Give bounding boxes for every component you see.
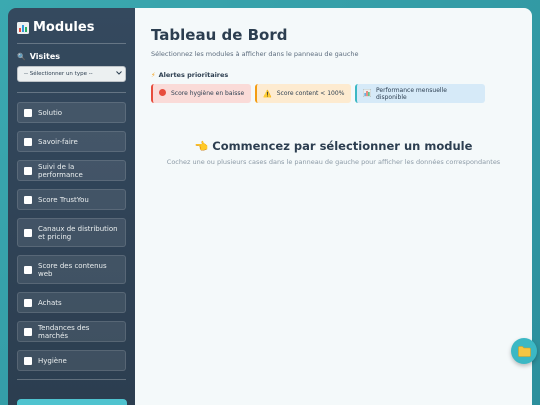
module-item-score-trustyou[interactable]: Score TrustYou: [17, 189, 126, 210]
module-label: Suivi de la performance: [38, 162, 83, 179]
sidebar-title: Modules: [17, 20, 126, 35]
module-item-suivi-performance[interactable]: Suivi de la performance: [17, 160, 126, 181]
module-item-score-contenus-web[interactable]: Score des contenus web: [17, 255, 126, 284]
alert-label: Score hygiène en baisse: [171, 90, 245, 97]
chart-icon: [362, 88, 372, 99]
empty-state: 👈 Commencez par sélectionner un module C…: [151, 139, 516, 166]
folder-icon: [517, 342, 531, 361]
checkbox[interactable]: [24, 166, 32, 175]
empty-state-title: 👈 Commencez par sélectionner un module: [151, 139, 516, 153]
sidebar-action-button[interactable]: [17, 399, 127, 405]
checkbox[interactable]: [24, 108, 32, 117]
lightning-icon: ⚡: [151, 71, 156, 79]
search-icon: 🔍: [17, 52, 26, 61]
visites-label: 🔍 Visites: [17, 52, 126, 61]
main-panel: Tableau de Bord Sélectionnez les modules…: [135, 8, 537, 405]
alert-label: Score content < 100%: [276, 90, 345, 97]
visit-type-select[interactable]: -- Sélectionner un type --: [17, 66, 126, 82]
module-item-canaux-distribution[interactable]: Canaux de distribution et pricing: [17, 218, 126, 247]
module-item-achats[interactable]: Achats: [17, 292, 126, 313]
checkbox[interactable]: [24, 265, 32, 274]
alert-performance[interactable]: Performance mensuelle disponible: [355, 84, 485, 103]
module-label: Savoir-faire: [38, 137, 78, 146]
module-label: Achats: [38, 298, 62, 307]
red-circle-icon: [159, 89, 166, 98]
checkbox[interactable]: [24, 298, 32, 307]
page-subtitle: Sélectionnez les modules à afficher dans…: [151, 50, 359, 58]
divider: [17, 92, 126, 93]
module-label: Canaux de distribution et pricing: [38, 224, 118, 241]
module-list: Solutio Savoir-faire Suivi de la perform…: [17, 102, 126, 371]
module-label: Tendances des marchés: [38, 323, 90, 340]
module-item-hygiene[interactable]: Hygiène: [17, 350, 126, 371]
empty-state-title-text: Commencez par sélectionner un module: [212, 139, 473, 153]
module-label: Score TrustYou: [38, 195, 89, 204]
module-label: Score des contenus web: [38, 261, 107, 278]
sidebar-title-label: Modules: [33, 20, 95, 35]
visit-type-select-value: -- Sélectionner un type --: [24, 71, 93, 77]
pointing-hand-icon: 👈: [194, 139, 209, 153]
module-item-savoir-faire[interactable]: Savoir-faire: [17, 131, 126, 152]
folder-button[interactable]: [511, 338, 537, 364]
checkbox[interactable]: [24, 327, 32, 336]
alerts-heading-text: Alertes prioritaires: [158, 71, 229, 79]
alert-content[interactable]: ⚠️ Score content < 100%: [255, 84, 351, 103]
app-window: Modules 🔍 Visites -- Sélectionner un typ…: [8, 8, 537, 405]
module-item-tendances-marches[interactable]: Tendances des marchés: [17, 321, 126, 342]
warning-icon: ⚠️: [263, 89, 272, 98]
page-title: Tableau de Bord: [151, 26, 288, 44]
checkbox[interactable]: [24, 137, 32, 146]
divider: [17, 43, 126, 44]
alerts-list: Score hygiène en baisse ⚠️ Score content…: [151, 84, 516, 103]
alert-label: Performance mensuelle disponible: [376, 86, 447, 101]
module-label: Hygiène: [38, 356, 67, 365]
divider: [17, 379, 126, 380]
bar-chart-icon: [17, 21, 29, 34]
sidebar: Modules 🔍 Visites -- Sélectionner un typ…: [8, 8, 135, 405]
module-item-solutio[interactable]: Solutio: [17, 102, 126, 123]
visites-text: Visites: [29, 52, 61, 61]
alert-hygiene[interactable]: Score hygiène en baisse: [151, 84, 251, 103]
checkbox[interactable]: [24, 356, 32, 365]
checkbox[interactable]: [24, 195, 32, 204]
module-label: Solutio: [38, 108, 63, 117]
empty-state-subtitle: Cochez une ou plusieurs cases dans le pa…: [166, 158, 501, 166]
chevron-down-icon: [116, 71, 122, 77]
checkbox[interactable]: [24, 228, 32, 237]
alerts-heading: ⚡ Alertes prioritaires: [151, 71, 516, 79]
